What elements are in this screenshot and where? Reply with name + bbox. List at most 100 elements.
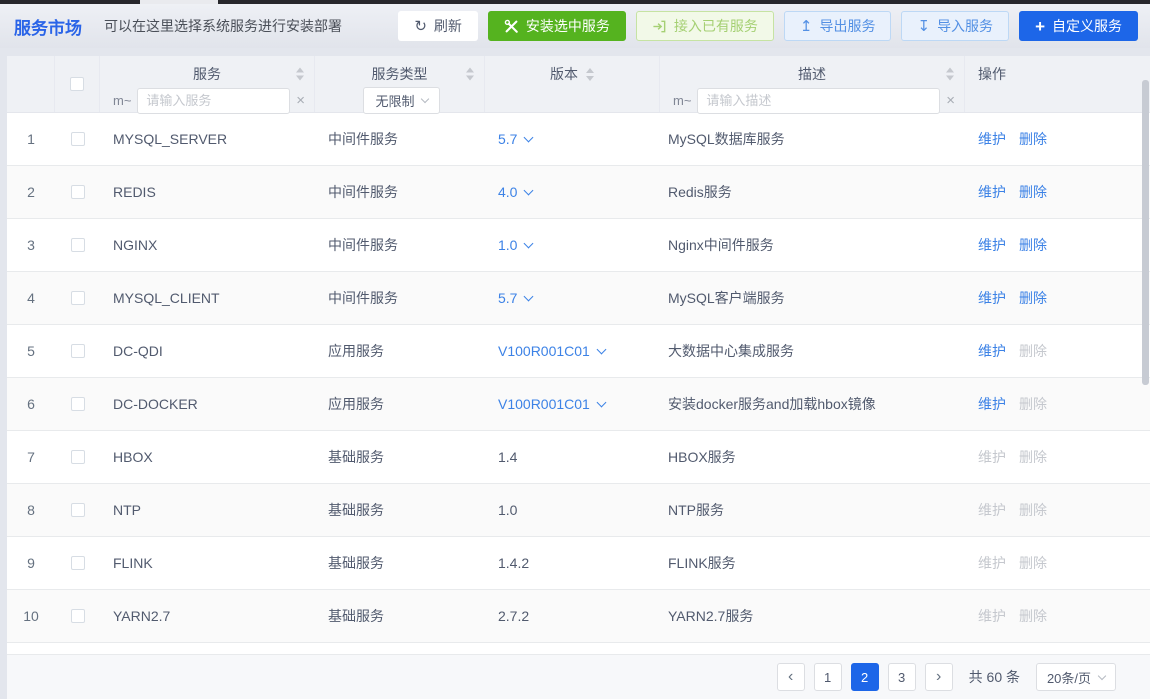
refresh-button[interactable]: ↻ 刷新	[398, 11, 478, 41]
version-select[interactable]: 1.0	[498, 237, 532, 253]
import-button[interactable]: ↧ 导入服务	[901, 11, 1009, 41]
version-select[interactable]: 4.0	[498, 184, 532, 200]
delete-link[interactable]: 删除	[1019, 182, 1047, 202]
row-actions: 维护 删除	[965, 553, 1150, 573]
log-in-icon	[652, 19, 667, 34]
page-size-value: 20条/页	[1047, 668, 1091, 687]
select-all-checkbox[interactable]	[70, 77, 84, 91]
install-selected-label: 安装选中服务	[526, 16, 610, 36]
service-sort-icon[interactable]	[296, 68, 304, 81]
row-checkbox[interactable]	[71, 450, 85, 464]
version-select[interactable]: V100R001C01	[498, 396, 605, 412]
delete-link: 删除	[1019, 553, 1047, 573]
description-filter-mode[interactable]: m~	[673, 93, 691, 108]
install-selected-button[interactable]: 安装选中服务	[488, 11, 626, 41]
row-checkbox[interactable]	[71, 609, 85, 623]
row-checkbox[interactable]	[71, 344, 85, 358]
type-sort-icon[interactable]	[466, 68, 474, 81]
table-row: 7 HBOX 基础服务 1.4 HBOX服务 维护 删除	[7, 431, 1150, 484]
pagination-bar: ‹ 123 › 共 60 条 20条/页	[7, 655, 1150, 699]
version-select[interactable]: 5.7	[498, 290, 532, 306]
custom-service-button[interactable]: + 自定义服务	[1019, 11, 1138, 41]
delete-link[interactable]: 删除	[1019, 129, 1047, 149]
version-cell: V100R001C01	[485, 396, 660, 412]
page-size-select[interactable]: 20条/页	[1036, 663, 1116, 691]
service-filter-input[interactable]	[137, 88, 290, 114]
chevron-down-icon	[596, 344, 606, 354]
maintain-link[interactable]: 维护	[978, 394, 1006, 414]
next-page-button[interactable]: ›	[925, 663, 953, 691]
table-row: 3 NGINX 中间件服务 1.0 Nginx中间件服务 维护 删除	[7, 219, 1150, 272]
header-index-column	[7, 56, 55, 112]
type-filter-value: 无限制	[375, 91, 414, 110]
row-checkbox[interactable]	[71, 397, 85, 411]
service-name: YARN2.7	[100, 608, 315, 624]
version-cell: 1.4.2	[485, 555, 660, 571]
table-row: 8 NTP 基础服务 1.0 NTP服务 维护 删除	[7, 484, 1150, 537]
row-checkbox[interactable]	[71, 185, 85, 199]
version-select[interactable]: 5.7	[498, 131, 532, 147]
export-button[interactable]: ↥ 导出服务	[784, 11, 892, 41]
version-select[interactable]: V100R001C01	[498, 343, 605, 359]
header-operation-column: 操作	[965, 56, 1150, 112]
description-filter-input[interactable]	[697, 88, 940, 114]
maintain-link[interactable]: 维护	[978, 288, 1006, 308]
row-index: 7	[7, 449, 55, 465]
row-actions: 维护 删除	[965, 341, 1150, 361]
row-actions: 维护 删除	[965, 129, 1150, 149]
page-button-2[interactable]: 2	[851, 663, 879, 691]
service-market-screen: 服务市场 可以在这里选择系统服务进行安装部署 ↻ 刷新 安装选中服务	[0, 0, 1150, 699]
page-button-1[interactable]: 1	[814, 663, 842, 691]
maintain-link[interactable]: 维护	[978, 129, 1006, 149]
row-checkbox[interactable]	[71, 132, 85, 146]
row-actions: 维护 删除	[965, 182, 1150, 202]
version-value: 1.0	[498, 502, 517, 518]
page-button-3[interactable]: 3	[888, 663, 916, 691]
vertical-scrollbar[interactable]	[1142, 80, 1149, 385]
service-type: 基础服务	[315, 500, 485, 520]
delete-link: 删除	[1019, 341, 1047, 361]
service-filter-mode[interactable]: m~	[113, 93, 131, 108]
services-table: 服务 m~ × 服务类型 无	[7, 56, 1150, 655]
service-type: 基础服务	[315, 606, 485, 626]
row-checkbox[interactable]	[71, 291, 85, 305]
operation-column-label: 操作	[978, 64, 1006, 84]
row-checkbox[interactable]	[71, 238, 85, 252]
service-description: 安装docker服务and加载hbox镜像	[660, 394, 965, 414]
description-sort-icon[interactable]	[946, 68, 954, 81]
version-cell: 2.7.2	[485, 608, 660, 624]
row-actions: 维护 删除	[965, 447, 1150, 467]
version-column-label: 版本	[550, 64, 578, 84]
version-cell: 5.7	[485, 131, 660, 147]
row-checkbox[interactable]	[71, 503, 85, 517]
page-title: 服务市场	[14, 14, 82, 39]
maintain-link[interactable]: 维护	[978, 235, 1006, 255]
header-checkbox-column	[55, 56, 100, 112]
chevron-down-icon	[596, 397, 606, 407]
version-select: 1.4	[498, 449, 517, 465]
version-cell: V100R001C01	[485, 343, 660, 359]
maintain-link[interactable]: 维护	[978, 341, 1006, 361]
type-filter: 无限制	[315, 87, 484, 114]
maintain-link: 维护	[978, 606, 1006, 626]
header-service-column: 服务 m~ ×	[100, 56, 315, 112]
delete-link[interactable]: 删除	[1019, 288, 1047, 308]
version-sort-icon[interactable]	[586, 68, 594, 81]
version-value: V100R001C01	[498, 396, 590, 412]
service-column-label: 服务	[193, 64, 221, 84]
type-filter-select[interactable]: 无限制	[363, 87, 440, 114]
description-filter-clear-icon[interactable]: ×	[946, 93, 955, 108]
version-cell: 1.0	[485, 237, 660, 253]
delete-link[interactable]: 删除	[1019, 235, 1047, 255]
row-checkbox-cell	[55, 556, 100, 570]
service-type: 基础服务	[315, 553, 485, 573]
previous-page-button[interactable]: ‹	[777, 663, 805, 691]
maintain-link[interactable]: 维护	[978, 182, 1006, 202]
row-checkbox[interactable]	[71, 556, 85, 570]
version-select: 2.7.2	[498, 608, 529, 624]
access-existing-button[interactable]: 接入已有服务	[636, 11, 774, 41]
chevron-down-icon	[524, 185, 534, 195]
access-existing-label: 接入已有服务	[674, 16, 758, 36]
service-filter-clear-icon[interactable]: ×	[296, 93, 305, 108]
service-name: NGINX	[100, 237, 315, 253]
